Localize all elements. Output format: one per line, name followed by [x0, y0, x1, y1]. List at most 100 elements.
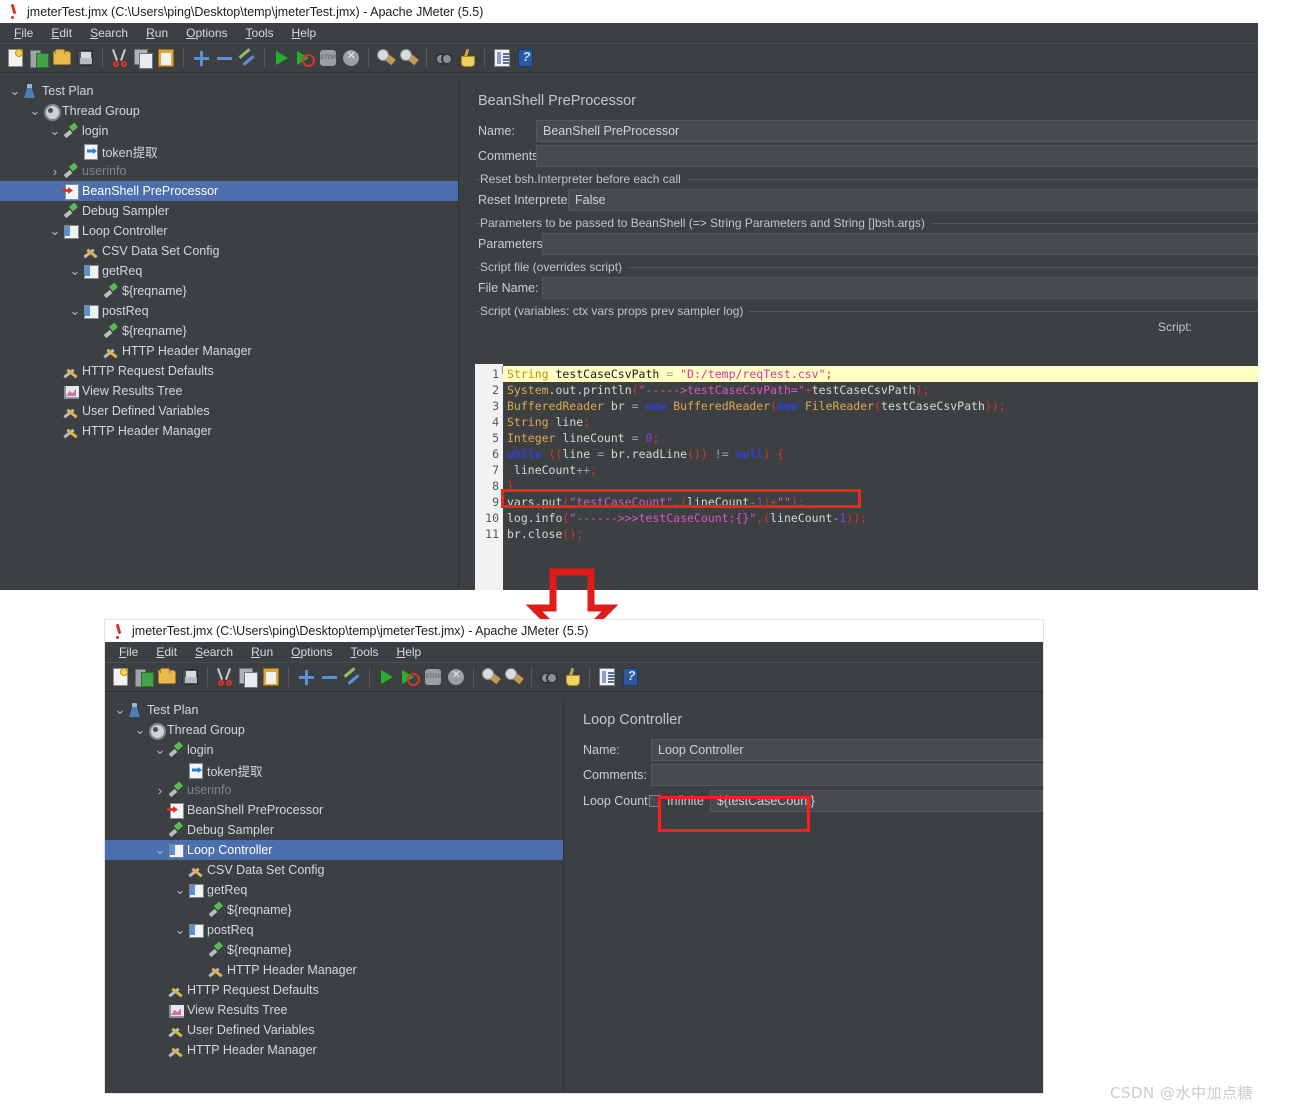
tree-node[interactable]: ${reqname}	[105, 940, 563, 960]
menu-item-search[interactable]: Search	[187, 643, 241, 661]
code-line[interactable]: String line;	[503, 414, 1258, 430]
menu-item-run[interactable]: Run	[243, 643, 281, 661]
tree-node[interactable]: HTTP Request Defaults	[0, 361, 458, 381]
code-line[interactable]: br.close();	[503, 526, 1258, 542]
chevron-down-icon[interactable]: ⌄	[133, 723, 147, 736]
toolbar-bottom[interactable]: STOP	[105, 663, 1043, 692]
menu-item-tools[interactable]: Tools	[238, 24, 282, 42]
function-helper-icon[interactable]	[596, 666, 618, 688]
tree-node[interactable]: ⌄ Thread Group	[0, 101, 458, 121]
search-icon[interactable]	[538, 666, 560, 688]
editor-code-area[interactable]: String testCaseCsvPath = "D:/temp/reqTes…	[503, 364, 1258, 590]
tree-node[interactable]: Debug Sampler	[105, 820, 563, 840]
stop-icon[interactable]: STOP	[317, 47, 339, 69]
chevron-down-icon[interactable]: ⌄	[68, 304, 82, 317]
copy-icon[interactable]	[132, 47, 154, 69]
test-plan-tree-bottom[interactable]: ⌄ Test Plan ⌄ Thread Group ⌄ login token提取 › use…	[105, 700, 563, 1093]
menu-item-file[interactable]: File	[6, 24, 41, 42]
clear-icon[interactable]	[375, 47, 397, 69]
tree-node[interactable]: ⌄ getReq	[0, 261, 458, 281]
tree-node[interactable]: BeanShell PreProcessor	[105, 800, 563, 820]
new-icon[interactable]	[110, 666, 132, 688]
clear-all-icon[interactable]	[503, 666, 525, 688]
start-icon[interactable]	[271, 47, 293, 69]
cut-icon[interactable]	[109, 47, 131, 69]
tree-node[interactable]: User Defined Variables	[0, 401, 458, 421]
test-plan-tree-top[interactable]: ⌄ Test Plan ⌄ Thread Group ⌄ login token提取 › use…	[0, 81, 458, 590]
paste-icon[interactable]	[260, 666, 282, 688]
function-helper-icon[interactable]	[491, 47, 513, 69]
paste-icon[interactable]	[155, 47, 177, 69]
toggle-icon[interactable]	[341, 666, 363, 688]
tree-node[interactable]: HTTP Request Defaults	[105, 980, 563, 1000]
comments-input[interactable]	[536, 145, 1258, 167]
menu-item-run[interactable]: Run	[138, 24, 176, 42]
expand-icon[interactable]	[295, 666, 317, 688]
toggle-icon[interactable]	[236, 47, 258, 69]
chevron-down-icon[interactable]: ⌄	[113, 703, 127, 716]
open-icon[interactable]	[51, 47, 73, 69]
code-line[interactable]: lineCount++;	[503, 462, 1258, 478]
chevron-down-icon[interactable]: ⌄	[48, 124, 62, 137]
chevron-down-icon[interactable]: ⌄	[153, 743, 167, 756]
parameters-input[interactable]	[542, 233, 1258, 255]
name-input[interactable]: BeanShell PreProcessor	[536, 120, 1258, 142]
chevron-down-icon[interactable]: ⌄	[28, 104, 42, 117]
tree-node[interactable]: ${reqname}	[0, 321, 458, 341]
tree-node[interactable]: HTTP Header Manager	[105, 1040, 563, 1060]
menu-item-edit[interactable]: Edit	[43, 24, 80, 42]
tree-node[interactable]: token提取	[105, 760, 563, 780]
tree-node[interactable]: ⌄ login	[0, 121, 458, 141]
chevron-right-icon[interactable]: ›	[48, 165, 62, 178]
tree-node[interactable]: ⌄ postReq	[0, 301, 458, 321]
tree-node[interactable]: HTTP Header Manager	[0, 341, 458, 361]
tree-node[interactable]: ⌄ login	[105, 740, 563, 760]
copy-icon[interactable]	[237, 666, 259, 688]
tree-node[interactable]: ⌄ getReq	[105, 880, 563, 900]
splitter-divider[interactable]	[563, 700, 573, 1093]
tree-node[interactable]: ⌄ postReq	[105, 920, 563, 940]
new-icon[interactable]	[5, 47, 27, 69]
tree-node[interactable]: View Results Tree	[105, 1000, 563, 1020]
comments-input[interactable]	[651, 764, 1043, 786]
menu-item-help[interactable]: Help	[389, 643, 430, 661]
script-editor[interactable]: 1−2 3 4 5 6 7 8 9 10 11 String testCaseCsvPath = …	[475, 364, 1258, 590]
clear-icon[interactable]	[480, 666, 502, 688]
chevron-right-icon[interactable]: ›	[153, 784, 167, 797]
tree-node[interactable]: HTTP Header Manager	[0, 421, 458, 441]
code-line[interactable]: BufferedReader br = new BufferedReader (n…	[503, 398, 1258, 414]
stop-icon[interactable]: STOP	[422, 666, 444, 688]
tree-node[interactable]: User Defined Variables	[105, 1020, 563, 1040]
splitter-divider[interactable]	[458, 81, 468, 590]
chevron-down-icon[interactable]: ⌄	[68, 264, 82, 277]
tree-node[interactable]: ⌄ Test Plan	[0, 81, 458, 101]
menu-item-help[interactable]: Help	[284, 24, 325, 42]
loop-count-input[interactable]: ${testCaseCount}	[709, 790, 1043, 812]
tree-node[interactable]: CSV Data Set Config	[0, 241, 458, 261]
tree-node[interactable]: › userinfo	[105, 780, 563, 800]
collapse-icon[interactable]	[318, 666, 340, 688]
expand-icon[interactable]	[190, 47, 212, 69]
menu-item-file[interactable]: File	[111, 643, 146, 661]
chevron-down-icon[interactable]: ⌄	[173, 883, 187, 896]
infinite-checkbox[interactable]	[649, 795, 661, 807]
tree-node[interactable]: › userinfo	[0, 161, 458, 181]
reset-search-icon[interactable]	[561, 666, 583, 688]
tree-node[interactable]: ${reqname}	[105, 900, 563, 920]
menu-bar-bottom[interactable]: File Edit Search Run Options Tools Help	[105, 642, 1043, 663]
menu-item-options[interactable]: Options	[283, 643, 340, 661]
toolbar-top[interactable]: STOP	[0, 44, 1258, 73]
shutdown-icon[interactable]	[340, 47, 362, 69]
tree-node[interactable]: HTTP Header Manager	[105, 960, 563, 980]
chevron-down-icon[interactable]: ⌄	[8, 84, 22, 97]
code-line[interactable]: log.info("------>>>testCaseCount:{}",(li…	[503, 510, 1258, 526]
start-no-pauses-icon[interactable]	[399, 666, 421, 688]
open-icon[interactable]	[156, 666, 178, 688]
tree-node[interactable]: token提取	[0, 141, 458, 161]
clear-all-icon[interactable]	[398, 47, 420, 69]
reset-interpreter-value[interactable]: False	[568, 189, 1258, 211]
code-line[interactable]: System.out.println("----->testCaseCsvPat…	[503, 382, 1258, 398]
tree-node[interactable]: Debug Sampler	[0, 201, 458, 221]
code-line[interactable]: }	[503, 478, 1258, 494]
collapse-icon[interactable]	[213, 47, 235, 69]
